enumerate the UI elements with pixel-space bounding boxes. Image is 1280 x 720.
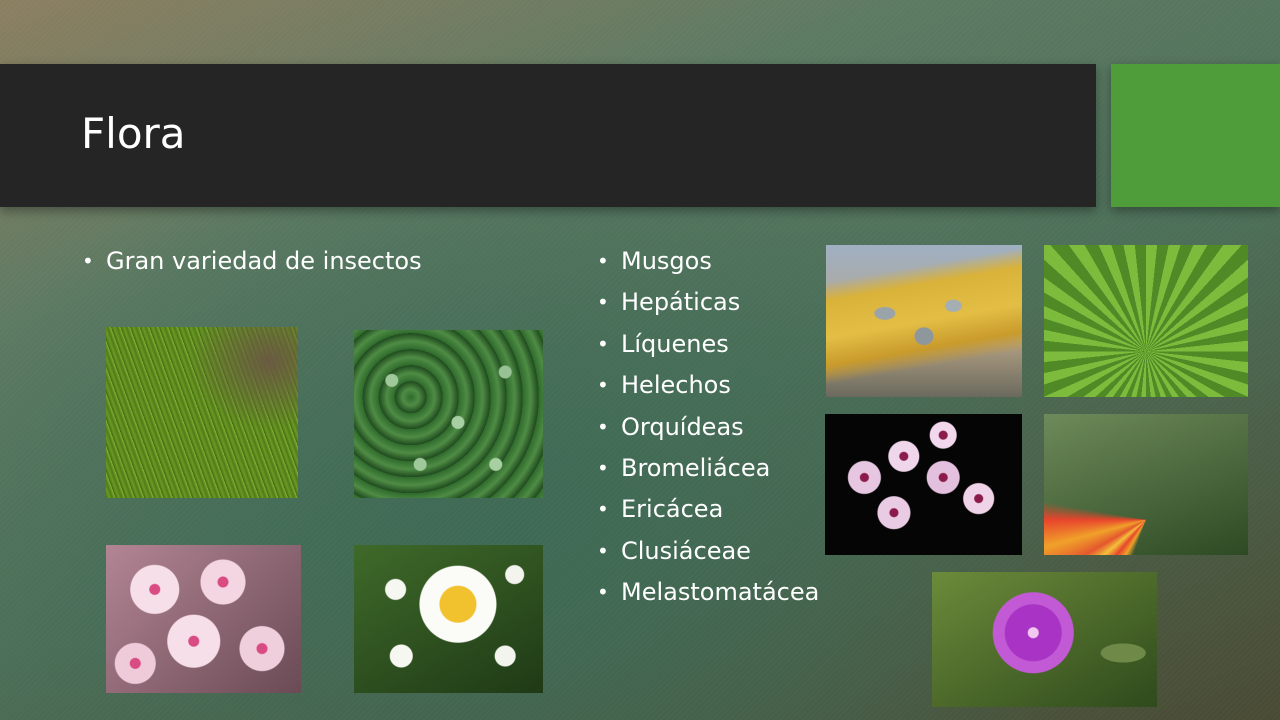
bullet-item-clusiaceae: Clusiáceae bbox=[597, 531, 819, 573]
slide-title: Flora bbox=[81, 109, 186, 158]
purple-flower-photo bbox=[932, 572, 1157, 707]
bullet-item-hepaticas: Hepáticas bbox=[597, 282, 819, 324]
bullet-item-ericacea: Ericácea bbox=[597, 489, 819, 531]
white-flowers-photo bbox=[354, 545, 543, 693]
left-bullet-list: Gran variedad de insectos bbox=[82, 241, 422, 283]
bullet-item-orquideas: Orquídeas bbox=[597, 407, 819, 449]
liverwort-photo bbox=[354, 330, 543, 498]
fern-photo bbox=[1044, 245, 1248, 397]
right-bullet-list: Musgos Hepáticas Líquenes Helechos Orquí… bbox=[597, 241, 819, 614]
lichen-photo bbox=[826, 245, 1022, 397]
orchid-photo bbox=[825, 414, 1022, 555]
bullet-item-liquenes: Líquenes bbox=[597, 324, 819, 366]
bromeliad-photo bbox=[1044, 414, 1248, 555]
pink-flowers-photo bbox=[106, 545, 301, 693]
accent-square bbox=[1111, 64, 1280, 207]
moss-photo bbox=[106, 327, 298, 498]
bullet-item-musgos: Musgos bbox=[597, 241, 819, 283]
bullet-item: Gran variedad de insectos bbox=[82, 241, 422, 283]
bullet-item-melastomatacea: Melastomatácea bbox=[597, 572, 819, 614]
bullet-item-helechos: Helechos bbox=[597, 365, 819, 407]
bullet-item-bromeliacea: Bromeliácea bbox=[597, 448, 819, 490]
